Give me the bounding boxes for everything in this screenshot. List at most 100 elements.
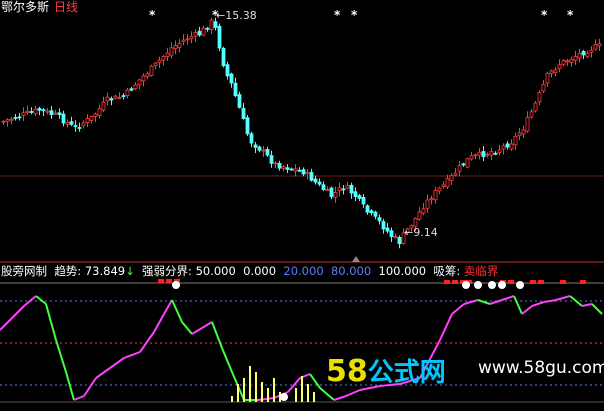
candle-body xyxy=(41,109,46,112)
candle-body xyxy=(477,151,482,156)
candle-body xyxy=(25,110,30,114)
candle-body xyxy=(585,52,590,58)
indicator-name[interactable]: 股旁网制 xyxy=(1,264,47,278)
candle-body xyxy=(93,113,98,117)
trend-segment xyxy=(555,295,571,301)
period-label[interactable]: 日线 xyxy=(54,0,78,14)
trend-segment xyxy=(73,395,85,401)
candle-body xyxy=(205,27,210,30)
candle-body xyxy=(117,97,122,99)
candle-body xyxy=(121,95,126,97)
boundary-value: 50.000 xyxy=(195,264,236,278)
trend-segment xyxy=(109,357,125,369)
watermark-url: www.58gu.com xyxy=(478,358,604,378)
candle-body xyxy=(69,121,74,125)
candle-body xyxy=(125,89,130,96)
chart-stage: 鄂尔多斯 日线 ←15.38 ←9.14 * * * * * * 股旁网制 趋势… xyxy=(0,0,604,407)
candle-body xyxy=(429,198,434,201)
candle-body xyxy=(49,110,54,115)
high-price-label: ←15.38 xyxy=(216,9,257,22)
candle-body xyxy=(193,32,198,37)
signal-mark: * xyxy=(351,8,358,22)
candle-body xyxy=(145,73,150,77)
trend-value: 73.849 xyxy=(84,264,126,278)
candle-body xyxy=(53,112,58,115)
candle-body xyxy=(77,127,82,129)
candle-body xyxy=(521,129,526,135)
candle-body xyxy=(137,79,142,86)
candle-body xyxy=(533,102,538,112)
candle-body xyxy=(525,116,530,132)
trend-segment xyxy=(83,377,97,397)
candle-body xyxy=(233,82,238,97)
candle-body xyxy=(161,56,166,61)
candle-body xyxy=(449,174,454,181)
candle-body xyxy=(329,187,334,198)
signal-dot xyxy=(462,281,470,289)
candle-body xyxy=(517,132,522,136)
candle-body xyxy=(553,69,558,74)
sell-zone-block xyxy=(452,280,458,284)
candle-body xyxy=(297,169,302,172)
candle-body xyxy=(65,122,70,125)
candle-body xyxy=(313,178,318,183)
sell-zone-block xyxy=(530,280,536,284)
trend-segment xyxy=(55,339,67,373)
candle-body xyxy=(241,107,246,119)
trend-segment xyxy=(35,295,47,305)
candle-body xyxy=(537,92,542,103)
sell-zone-block xyxy=(508,280,514,284)
candle-body xyxy=(285,167,290,170)
candle-body xyxy=(417,211,422,220)
candle-body xyxy=(341,188,346,191)
candle-body xyxy=(273,162,278,165)
trend-segment xyxy=(221,347,233,373)
candle-body xyxy=(425,199,430,209)
sell-zone-label: 卖临界 xyxy=(463,264,499,278)
signal-dot xyxy=(172,281,180,289)
candle-body xyxy=(381,221,386,230)
candle-body xyxy=(301,169,306,175)
candle-body xyxy=(277,162,282,169)
candle-body xyxy=(97,108,102,116)
candle-body xyxy=(473,154,478,157)
low-marker-triangle xyxy=(352,256,360,262)
candle-body xyxy=(597,43,602,47)
signal-dot xyxy=(280,393,288,401)
kline-chart[interactable] xyxy=(0,0,604,407)
candle-body xyxy=(565,60,570,63)
trend-segment xyxy=(521,305,533,315)
trend-segment xyxy=(581,303,593,307)
candle-body xyxy=(101,101,106,111)
candle-body xyxy=(389,230,394,238)
candle-body xyxy=(569,58,574,63)
trend-segment xyxy=(257,397,275,401)
trend-segment xyxy=(531,301,545,307)
candle-body xyxy=(257,146,262,151)
candle-body xyxy=(21,112,26,116)
trend-segment xyxy=(591,303,603,315)
candle-body xyxy=(5,119,10,122)
candle-body xyxy=(581,51,586,56)
candle-body xyxy=(141,75,146,82)
candle-body xyxy=(57,112,62,116)
candle-body xyxy=(157,59,162,63)
candle-body xyxy=(173,45,178,49)
sell-zone-block xyxy=(444,280,450,284)
candle-body xyxy=(129,88,134,91)
candle-body xyxy=(9,118,14,121)
sell-zone-block xyxy=(560,280,566,284)
boundary-value: 0.000 xyxy=(243,264,277,278)
arrow-left-icon: ← xyxy=(404,226,414,239)
candle-body xyxy=(413,218,418,227)
trend-segment xyxy=(451,303,465,315)
candle-body xyxy=(489,151,494,156)
candle-body xyxy=(577,53,582,59)
candle-body xyxy=(321,184,326,191)
candle-body xyxy=(253,144,258,148)
candle-body xyxy=(469,155,474,160)
candle-body xyxy=(501,145,506,150)
trend-down-arrow-icon: ↓ xyxy=(125,264,135,278)
candle-body xyxy=(73,125,78,127)
candle-body xyxy=(153,62,158,66)
